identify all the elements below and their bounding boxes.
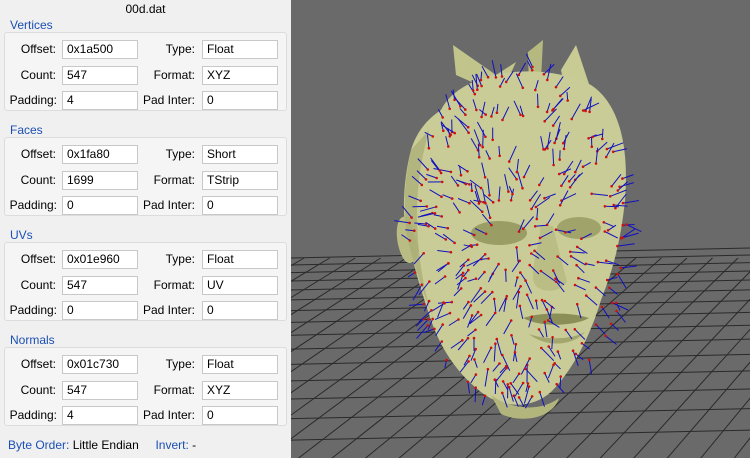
faces-offset-field[interactable]: 0x1fa80 xyxy=(62,145,138,164)
3d-viewport[interactable] xyxy=(291,0,750,458)
format-label: Format: xyxy=(153,173,195,187)
pad-inter-label: Pad Inter: xyxy=(142,93,195,107)
uvs-offset-field[interactable]: 0x01e960 xyxy=(62,250,138,269)
invert-label: Invert: xyxy=(155,438,189,452)
offset-label: Offset: xyxy=(20,357,56,371)
normals-padding-field[interactable]: 4 xyxy=(62,406,138,425)
faces-count-field[interactable]: 1699 xyxy=(62,171,138,190)
format-label: Format: xyxy=(153,68,195,82)
group-title-faces: Faces xyxy=(10,123,43,137)
pad-inter-label: Pad Inter: xyxy=(142,408,195,422)
offset-label: Offset: xyxy=(20,147,56,161)
normals-count-field[interactable]: 547 xyxy=(62,381,138,400)
padding-label: Padding: xyxy=(9,303,57,317)
format-label: Format: xyxy=(153,383,195,397)
padding-label: Padding: xyxy=(9,93,57,107)
faces-format-field[interactable]: TStrip xyxy=(202,171,278,190)
normals-offset-field[interactable]: 0x01c730 xyxy=(62,355,138,374)
normals-pad-inter-field[interactable]: 0 xyxy=(202,406,278,425)
uvs-padding-field[interactable]: 0 xyxy=(62,301,138,320)
file-title: 00d.dat xyxy=(125,2,166,16)
group-title-uvs: UVs xyxy=(10,228,33,242)
count-label: Count: xyxy=(20,278,56,292)
offset-label: Offset: xyxy=(20,252,56,266)
uvs-format-field[interactable]: UV xyxy=(202,276,278,295)
faces-type-field[interactable]: Short xyxy=(202,145,278,164)
normals-format-field[interactable]: XYZ xyxy=(202,381,278,400)
type-label: Type: xyxy=(165,42,195,56)
normals-type-field[interactable]: Float xyxy=(202,355,278,374)
vertices-pad-inter-field[interactable]: 0 xyxy=(202,91,278,110)
byte-order-label: Byte Order: xyxy=(8,438,70,452)
count-label: Count: xyxy=(20,68,56,82)
count-label: Count: xyxy=(20,173,56,187)
pad-inter-label: Pad Inter: xyxy=(142,303,195,317)
vertices-padding-field[interactable]: 4 xyxy=(62,91,138,110)
group-title-normals: Normals xyxy=(10,333,55,347)
properties-panel: 00d.dat Vertices Offset: 0x1a500 Type: F… xyxy=(0,0,291,458)
padding-label: Padding: xyxy=(9,408,57,422)
offset-label: Offset: xyxy=(20,42,56,56)
viewport-canvas[interactable] xyxy=(291,0,750,458)
uvs-count-field[interactable]: 547 xyxy=(62,276,138,295)
count-label: Count: xyxy=(20,383,56,397)
faces-pad-inter-field[interactable]: 0 xyxy=(202,196,278,215)
type-label: Type: xyxy=(165,252,195,266)
group-title-vertices: Vertices xyxy=(10,18,53,32)
uvs-type-field[interactable]: Float xyxy=(202,250,278,269)
faces-padding-field[interactable]: 0 xyxy=(62,196,138,215)
byte-order-value: Little Endian xyxy=(72,438,139,452)
invert-value: - xyxy=(192,438,197,452)
vertices-format-field[interactable]: XYZ xyxy=(202,66,278,85)
vertices-type-field[interactable]: Float xyxy=(202,40,278,59)
vertices-count-field[interactable]: 547 xyxy=(62,66,138,85)
type-label: Type: xyxy=(165,147,195,161)
vertices-offset-field[interactable]: 0x1a500 xyxy=(62,40,138,59)
uvs-pad-inter-field[interactable]: 0 xyxy=(202,301,278,320)
status-footer: Byte Order: Little Endian Invert: - xyxy=(8,438,196,452)
padding-label: Padding: xyxy=(9,198,57,212)
type-label: Type: xyxy=(165,357,195,371)
pad-inter-label: Pad Inter: xyxy=(142,198,195,212)
format-label: Format: xyxy=(153,278,195,292)
